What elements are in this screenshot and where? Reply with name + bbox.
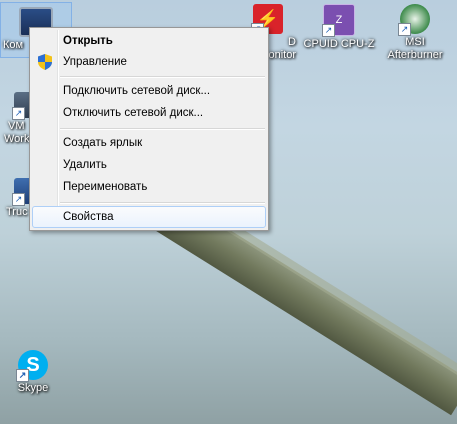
- menu-item-rename[interactable]: Переименовать: [32, 176, 266, 198]
- shortcut-arrow-icon: ↗: [322, 24, 335, 37]
- desktop-icon-msi-afterburner[interactable]: ↗ MSI Afterburner: [376, 4, 454, 62]
- desktop-icon-label: VM: [8, 120, 25, 132]
- menu-item-disconnect-network-drive[interactable]: Отключить сетевой диск...: [32, 102, 266, 124]
- shortcut-arrow-icon: ↗: [12, 107, 25, 120]
- desktop-icon-label: Afterburner: [387, 49, 443, 61]
- desktop-icon-label: MSI: [405, 36, 425, 48]
- shortcut-arrow-icon: ↗: [12, 193, 25, 206]
- context-menu: Открыть Управление Подключить сетевой ди…: [29, 27, 269, 231]
- menu-item-label: Отключить сетевой диск...: [63, 107, 204, 119]
- msi-afterburner-icon: ↗: [398, 4, 430, 36]
- shortcut-arrow-icon: ↗: [16, 369, 29, 382]
- menu-item-label: Удалить: [63, 159, 107, 171]
- menu-item-label: Подключить сетевой диск...: [63, 85, 211, 97]
- uac-shield-icon: [38, 54, 52, 70]
- menu-item-manage[interactable]: Управление: [32, 51, 266, 73]
- desktop-icon-label: CPUID CPU-Z: [303, 38, 375, 50]
- menu-item-label: Открыть: [63, 35, 113, 47]
- desktop-icon-skype[interactable]: S ↗ Skype: [0, 350, 66, 395]
- menu-item-label: Переименовать: [63, 181, 148, 193]
- menu-item-delete[interactable]: Удалить: [32, 154, 266, 176]
- shortcut-arrow-icon: ↗: [398, 23, 411, 36]
- desktop-icon-vmworkstation[interactable]: ↗ VM Work: [0, 92, 36, 146]
- menu-item-properties[interactable]: Свойства: [32, 206, 266, 228]
- desktop-icon-label: Truc: [6, 206, 28, 218]
- desktop-icon-label: Work: [4, 133, 30, 145]
- menu-item-create-shortcut[interactable]: Создать ярлык: [32, 132, 266, 154]
- menu-item-label: Управление: [63, 56, 127, 68]
- menu-separator: [60, 76, 265, 78]
- menu-separator: [60, 202, 265, 204]
- skype-icon: S ↗: [16, 350, 48, 382]
- menu-separator: [60, 128, 265, 130]
- desktop-icon-truc[interactable]: ↗ Truc: [0, 178, 34, 219]
- desktop-icon-label: Skype: [17, 382, 49, 394]
- menu-item-map-network-drive[interactable]: Подключить сетевой диск...: [32, 80, 266, 102]
- cpuz-icon: Z ↗: [322, 4, 355, 37]
- desktop-icon-cpuz[interactable]: Z ↗ CPUID CPU-Z: [299, 4, 379, 51]
- menu-item-label: Создать ярлык: [63, 137, 143, 149]
- menu-item-label: Свойства: [63, 211, 114, 223]
- menu-item-open[interactable]: Открыть: [32, 30, 266, 52]
